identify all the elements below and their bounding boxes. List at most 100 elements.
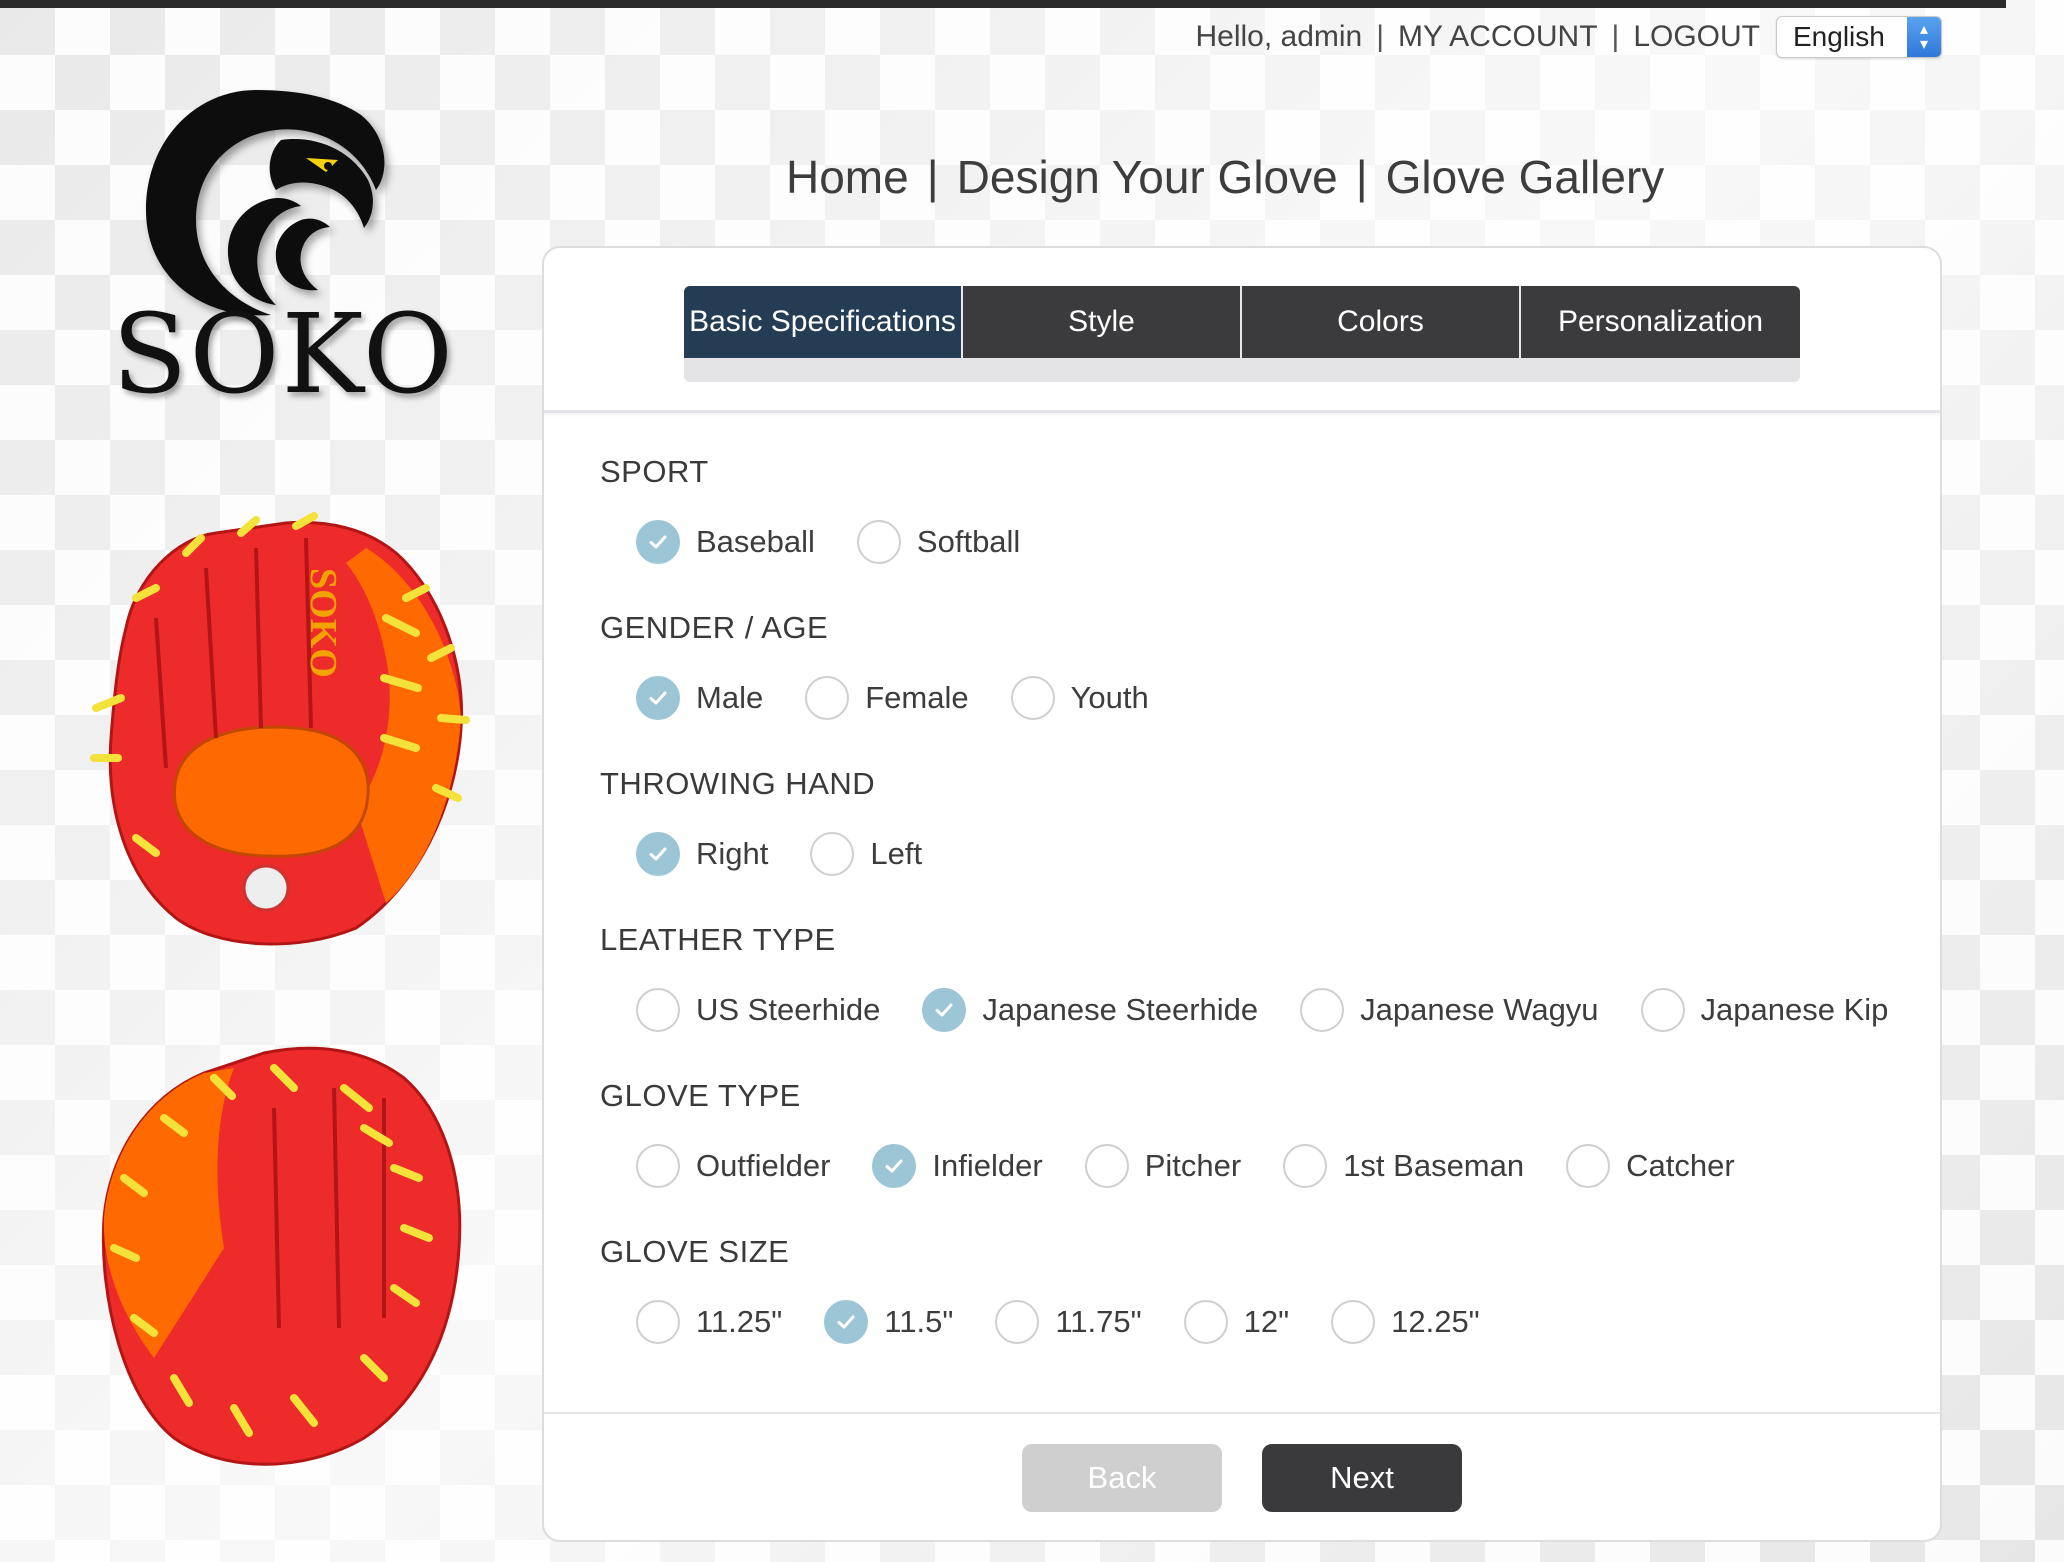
language-select[interactable]: English ▴ ▾ [1776,16,1942,58]
radio-checked-icon[interactable] [636,520,680,564]
radio-label: 1st Baseman [1343,1148,1525,1183]
my-account-link[interactable]: MY ACCOUNT [1398,20,1597,54]
radio-unchecked-icon[interactable] [1084,1144,1129,1188]
radio-option[interactable]: Japanese Kip [1640,988,1888,1032]
section-glove-type: GLOVE TYPE Outfielder Infielder Pitcher 1st… [600,1078,1777,1188]
radio-option[interactable]: Youth [1010,676,1149,720]
radio-group: Right Left [636,832,964,876]
radio-unchecked-icon[interactable] [1640,988,1685,1032]
divider [544,1412,1940,1414]
section-title: GLOVE SIZE [600,1234,790,1269]
radio-label: Japanese Wagyu [1360,992,1599,1027]
radio-group: Baseball Softball [636,520,1062,564]
radio-unchecked-icon[interactable] [1566,1144,1611,1188]
radio-option[interactable]: Infielder [872,1144,1043,1188]
language-value: English [1793,21,1885,52]
radio-checked-icon[interactable] [922,988,967,1032]
radio-label: Pitcher [1144,1148,1242,1183]
radio-label: US Steerhide [696,992,881,1027]
back-button[interactable]: Back [1022,1444,1222,1512]
radio-checked-icon[interactable] [636,676,680,720]
radio-checked-icon[interactable] [636,832,680,876]
radio-unchecked-icon[interactable] [1010,676,1055,720]
tab-personalization[interactable]: Personalization [1521,286,1800,358]
nav-design-your-glove[interactable]: Design Your Glove [957,150,1338,204]
radio-label: Baseball [696,524,815,559]
radio-unchecked-icon[interactable] [805,676,850,720]
tab-basic-specifications[interactable]: Basic Specifications [684,286,963,358]
logout-link[interactable]: LOGOUT [1633,20,1760,54]
next-button[interactable]: Next [1262,1444,1462,1512]
radio-label: Softball [916,524,1021,559]
radio-option[interactable]: 12.25" [1331,1300,1480,1344]
radio-option[interactable]: Japanese Wagyu [1300,988,1599,1032]
radio-label: Youth [1070,680,1149,715]
user-bar: Hello, admin | MY ACCOUNT | LOGOUT Engli… [1195,16,1942,58]
select-arrows-icon: ▴ ▾ [1907,17,1941,57]
radio-option[interactable]: 11.75" [995,1300,1142,1344]
section-title: GENDER / AGE [600,610,829,645]
radio-option[interactable]: 12" [1183,1300,1290,1344]
radio-label: Outfielder [696,1148,831,1183]
radio-option[interactable]: Pitcher [1084,1144,1242,1188]
section-title: GLOVE TYPE [600,1078,801,1113]
radio-label: 11.75" [1055,1304,1142,1339]
radio-label: Japanese Steerhide [982,992,1259,1027]
brand-logo-text: SOKO [112,290,455,418]
radio-label: 11.25" [696,1304,783,1339]
radio-label: Male [696,680,764,715]
top-bar [0,0,2006,8]
radio-option[interactable]: Left [810,832,922,876]
section-title: THROWING HAND [600,766,876,801]
radio-option[interactable]: 11.5" [824,1300,953,1344]
nav-home[interactable]: Home [786,150,909,204]
radio-unchecked-icon[interactable] [636,1144,680,1188]
separator: | [1376,20,1385,53]
radio-label: 12.25" [1391,1304,1480,1339]
glove-palm-image [101,1046,462,1466]
radio-checked-icon[interactable] [824,1300,869,1344]
glove-back-image: SOKO [90,512,470,946]
radio-option[interactable]: US Steerhide [636,988,880,1032]
design-panel: Basic Specifications Style Colors Person… [542,246,1942,1542]
radio-unchecked-icon[interactable] [995,1300,1040,1344]
radio-label: Right [696,836,769,871]
radio-label: 11.5" [884,1304,954,1339]
radio-group: US Steerhide Japanese Steerhide Japanese W… [636,988,1930,1032]
section-title: SPORT [600,454,709,489]
radio-option[interactable]: Japanese Steerhide [922,988,1258,1032]
radio-option[interactable]: Female [805,676,969,720]
radio-unchecked-icon[interactable] [1283,1144,1328,1188]
radio-option[interactable]: 1st Baseman [1283,1144,1524,1188]
radio-unchecked-icon[interactable] [1300,988,1345,1032]
divider [544,410,1940,413]
section-leather-type: LEATHER TYPE US Steerhide Japanese Steerh… [600,922,1930,1032]
radio-option[interactable]: Baseball [636,520,815,564]
radio-unchecked-icon[interactable] [1183,1300,1228,1344]
radio-option[interactable]: Outfielder [636,1144,830,1188]
greeting-text: Hello, admin [1195,20,1363,53]
tab-style[interactable]: Style [963,286,1242,358]
radio-option[interactable]: Catcher [1566,1144,1735,1188]
radio-option[interactable]: Male [636,676,763,720]
radio-unchecked-icon[interactable] [856,520,901,564]
radio-label: 12" [1243,1304,1290,1339]
radio-unchecked-icon[interactable] [810,832,855,876]
radio-label: Catcher [1626,1148,1735,1183]
section-sport: SPORT Baseball Softball [600,454,1062,564]
tab-colors[interactable]: Colors [1242,286,1521,358]
radio-option[interactable]: Softball [856,520,1021,564]
radio-label: Female [865,680,969,715]
radio-unchecked-icon[interactable] [1331,1300,1376,1344]
separator: | [1355,151,1368,203]
radio-unchecked-icon[interactable] [636,988,680,1032]
radio-group: Outfielder Infielder Pitcher 1st Baseman Cat… [636,1144,1777,1188]
radio-option[interactable]: Right [636,832,768,876]
radio-unchecked-icon[interactable] [636,1300,680,1344]
section-title: LEATHER TYPE [600,922,836,957]
nav-glove-gallery[interactable]: Glove Gallery [1386,150,1665,204]
tab-bar: Basic Specifications Style Colors Person… [684,286,1800,382]
radio-checked-icon[interactable] [872,1144,917,1188]
radio-option[interactable]: 11.25" [636,1300,782,1344]
radio-group: 11.25" 11.5" 11.75" 12" 12.25" [636,1300,1522,1344]
